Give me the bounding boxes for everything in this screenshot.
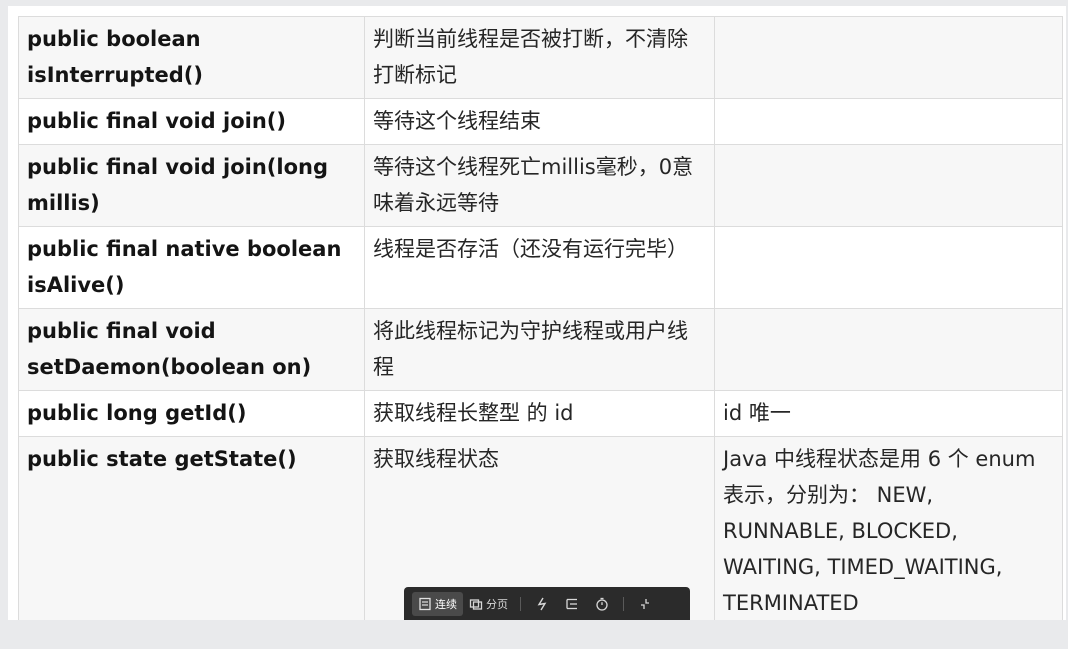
method-note — [714, 226, 1063, 309]
method-description: 线程是否存活（还没有运行完毕） — [364, 226, 715, 309]
flash-icon — [535, 597, 549, 611]
continuous-view-label: 连续 — [435, 597, 457, 611]
thread-methods-table: public boolean isInterrupted() 判断当前线程是否被… — [18, 16, 1063, 620]
table-row: public final void join(long millis) 等待这个… — [18, 144, 1063, 227]
method-signature: public final void setDaemon(boolean on) — [18, 308, 365, 391]
method-description: 判断当前线程是否被打断，不清除打断标记 — [364, 16, 715, 99]
paged-view-button[interactable]: 分页 — [463, 592, 514, 616]
method-description: 获取线程长整型 的 id — [364, 390, 715, 437]
collapse-button[interactable] — [630, 592, 660, 616]
paged-icon — [469, 597, 483, 611]
table-row: public boolean isInterrupted() 判断当前线程是否被… — [18, 16, 1063, 99]
method-signature: public final void join(long millis) — [18, 144, 365, 227]
method-description: 等待这个线程死亡millis毫秒，0意味着永远等待 — [364, 144, 715, 227]
table-row: public final void setDaemon(boolean on) … — [18, 308, 1063, 391]
method-signature: public long getId() — [18, 390, 365, 437]
method-note — [714, 98, 1063, 145]
continuous-view-button[interactable]: 连续 — [412, 591, 463, 616]
method-description: 将此线程标记为守护线程或用户线程 — [364, 308, 715, 391]
method-note: id 唯一 — [714, 390, 1063, 437]
method-description: 等待这个线程结束 — [364, 98, 715, 145]
table-row: public final native boolean isAlive() 线程… — [18, 226, 1063, 309]
method-signature: public final void join() — [18, 98, 365, 145]
view-mode-toolbar: 连续 分页 — [404, 587, 690, 620]
method-signature: public final native boolean isAlive() — [18, 226, 365, 309]
method-note: Java 中线程状态是用 6 个 enum 表示，分别为： NEW, RUNNA… — [714, 436, 1063, 620]
toolbar-divider — [623, 596, 624, 611]
method-note — [714, 16, 1063, 99]
flash-button[interactable] — [527, 592, 557, 616]
table-row: public long getId() 获取线程长整型 的 id id 唯一 — [18, 390, 1063, 437]
table-row: public final void join() 等待这个线程结束 — [18, 98, 1063, 145]
method-note — [714, 144, 1063, 227]
outline-icon — [565, 597, 579, 611]
document-page: public boolean isInterrupted() 判断当前线程是否被… — [8, 6, 1066, 620]
timer-icon — [595, 597, 609, 611]
outline-button[interactable] — [557, 592, 587, 616]
toolbar-divider — [520, 596, 521, 611]
continuous-icon — [418, 597, 432, 611]
method-signature: public state getState() — [18, 436, 365, 620]
paged-view-label: 分页 — [486, 597, 508, 611]
collapse-icon — [638, 597, 652, 611]
method-note — [714, 308, 1063, 391]
timer-button[interactable] — [587, 592, 617, 616]
method-signature: public boolean isInterrupted() — [18, 16, 365, 99]
